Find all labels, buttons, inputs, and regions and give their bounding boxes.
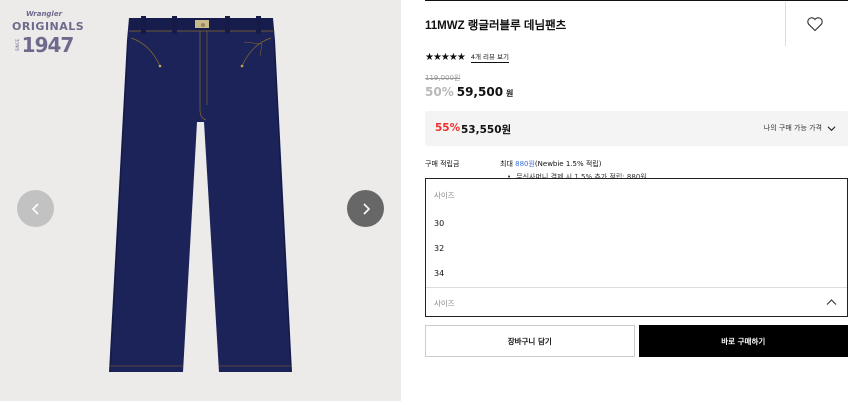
points-amount: 880원 [515,160,535,168]
chevron-down-icon [827,125,836,131]
size-dropdown-header: 사이즈 [434,191,455,200]
points-row: 구매 적립금 최대 880원(Newbie 1.5% 적립) 무신사머니 결제 … [425,159,848,181]
member-discount: 55% [435,122,461,134]
product-title: 11MWZ 랭글러블루 데님팬츠 [425,20,567,32]
points-prefix: 최대 [500,160,516,168]
price-row: 50% 59,500 원 [425,85,513,99]
title-row: 11MWZ 랭글러블루 데님팬츠 [425,0,848,46]
points-suffix: (Newbie 1.5% 적립) [534,160,602,168]
points-value: 최대 880원(Newbie 1.5% 적립) [500,159,601,169]
image-prev-button[interactable] [17,190,54,227]
jeans-image [109,16,292,373]
member-price-box: 55% 53,550원 나의 구매 가능 가격 [425,111,848,146]
add-to-cart-button[interactable]: 장바구니 담기 [425,325,635,357]
action-buttons: 장바구니 담기 바로 구매하기 [425,325,848,357]
member-price: 53,550원 [461,124,512,136]
chevron-right-icon [362,202,370,215]
heart-icon[interactable] [806,15,824,33]
my-price-toggle[interactable]: 나의 구매 가능 가격 [764,123,836,133]
size-dropdown: 사이즈 30 32 34 사이즈 [425,178,848,317]
discount-rate: 50% [425,85,454,99]
size-select[interactable]: 사이즈 [426,287,847,317]
chevron-up-icon [826,299,837,305]
my-price-label: 나의 구매 가능 가격 [763,124,822,132]
chevron-left-icon [31,202,39,215]
size-select-placeholder: 사이즈 [434,299,455,308]
review-link[interactable]: 4개 리뷰 보기 [470,51,509,63]
original-price: 119,000원 [425,74,461,82]
buy-now-button[interactable]: 바로 구매하기 [638,325,848,357]
size-option-32[interactable]: 32 [426,237,847,262]
size-option-30[interactable]: 30 [426,212,847,237]
image-next-button[interactable] [347,190,384,227]
rating-stars: ★★★★★ [425,51,466,63]
rating-row: ★★★★★ 4개 리뷰 보기 [425,51,509,63]
product-image-gallery: Wrangler ORIGINALS SINCE 1947 [0,0,401,401]
sale-price: 59,500 [456,85,504,99]
price-unit: 원 [506,89,514,98]
product-info-panel: 11MWZ 랭글러블루 데님팬츠 ★★★★★ 4개 리뷰 보기 119,000원… [425,0,848,401]
title-divider [785,2,786,46]
points-label: 구매 적립금 [425,160,460,168]
size-option-34[interactable]: 34 [426,262,847,287]
